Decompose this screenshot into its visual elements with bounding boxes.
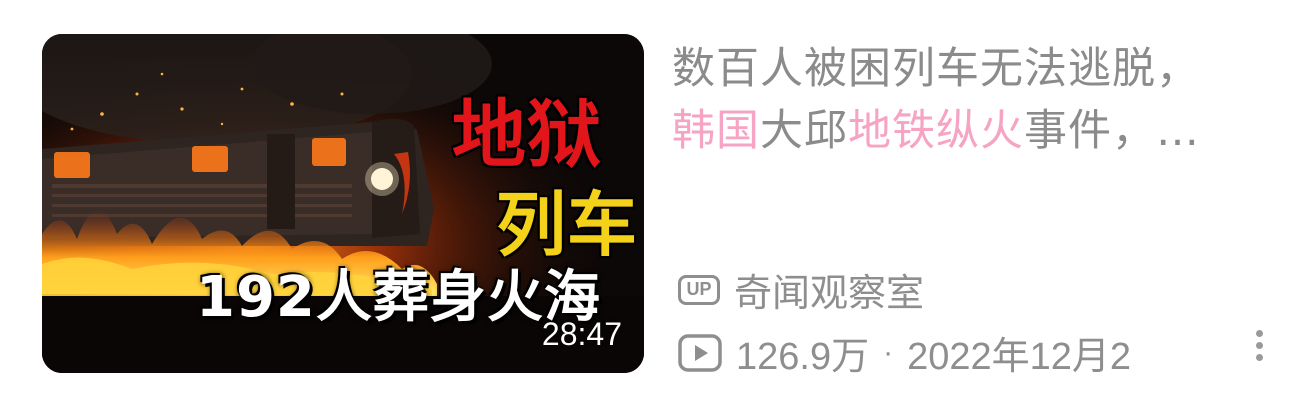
title-keyword-highlight: 韩国 <box>672 106 760 156</box>
thumbnail-headline-line2: 列车 <box>496 184 638 266</box>
title-segment: 大邱 <box>760 106 848 156</box>
video-duration: 28:47 <box>541 316 622 352</box>
stats-row: 126.9万 · 2022年12月2 <box>678 325 1131 380</box>
author-name[interactable]: 奇闻观察室 <box>734 262 924 317</box>
author-row[interactable]: UP 奇闻观察室 <box>678 262 924 317</box>
view-count: 126.9万 <box>736 336 870 378</box>
title-segment: 事件，… <box>1024 106 1200 156</box>
video-thumbnail[interactable]: 地狱 列车 192人葬身火海 28:47 <box>42 34 644 373</box>
video-title[interactable]: 数百人被困列车无法逃脱， 韩国大邱地铁纵火事件，… <box>672 38 1272 162</box>
thumbnail-headline-line3: 192人葬身火海 <box>196 265 601 330</box>
more-vertical-icon[interactable] <box>1246 326 1274 382</box>
video-card[interactable]: 地狱 列车 192人葬身火海 28:47 数百人被困列车无法逃脱， 韩国大邱地铁… <box>0 0 1315 404</box>
thumbnail-headline-line1: 地狱 <box>452 92 602 178</box>
publish-date: 2022年12月2 <box>907 336 1132 378</box>
play-count-icon <box>678 333 722 372</box>
separator-dot: · <box>883 335 894 369</box>
up-badge-icon: UP <box>678 274 720 305</box>
title-segment: 数百人被困列车无法逃脱， <box>672 44 1200 94</box>
title-keyword-highlight: 地铁纵火 <box>848 106 1024 156</box>
